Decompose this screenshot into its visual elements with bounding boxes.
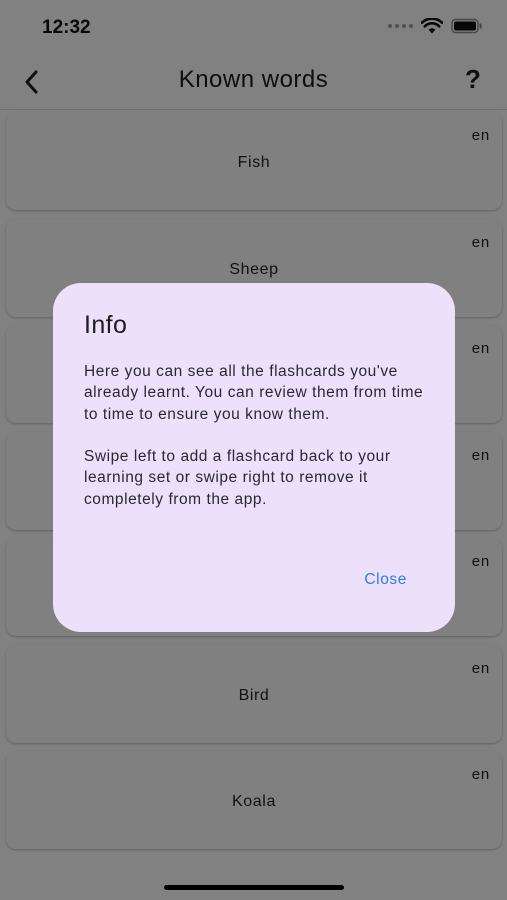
info-dialog: Info Here you can see all the flashcards…: [53, 283, 455, 632]
dialog-paragraph: Here you can see all the flashcards you'…: [84, 363, 424, 423]
dialog-paragraph: Swipe left to add a flashcard back to yo…: [84, 448, 391, 508]
dialog-title: Info: [84, 311, 128, 339]
home-indicator: [164, 885, 344, 890]
dialog-body: Here you can see all the flashcards you'…: [84, 361, 429, 510]
close-button[interactable]: Close: [364, 571, 407, 589]
